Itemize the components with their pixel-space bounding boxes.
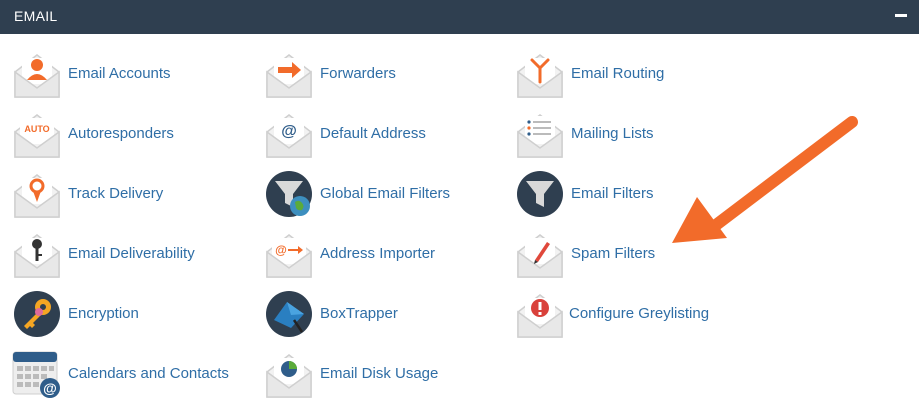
address-importer-link[interactable]: @ Address Importer [264,230,504,280]
calendars-and-contacts-link[interactable]: @ Calendars and Contacts [12,350,252,400]
email-disk-usage-icon [266,354,312,398]
email-routing-icon [517,54,563,98]
item-label: Email Routing [571,65,665,82]
item-label: Email Deliverability [68,245,195,262]
email-routing-link[interactable]: Email Routing [515,50,755,100]
track-delivery-link[interactable]: Track Delivery [12,170,252,220]
autoresponders-link[interactable]: AUTO Autoresponders [12,110,252,160]
boxtrapper-icon [266,291,312,337]
item-label: Default Address [320,125,426,142]
item-label: Email Filters [571,185,654,202]
item-label: Forwarders [320,65,396,82]
mailing-lists-icon [517,114,563,158]
encryption-icon [14,291,60,337]
configure-greylisting-link[interactable]: Configure Greylisting [515,290,755,340]
calendars-and-contacts-icon: @ [12,351,60,398]
item-label: Global Email Filters [320,185,451,202]
svg-text:@: @ [43,380,57,396]
minus-icon[interactable] [895,14,907,17]
section-title: EMAIL [14,8,58,24]
autoresponders-icon: AUTO [14,114,60,158]
configure-greylisting-icon [517,294,563,338]
email-accounts-icon [14,54,60,98]
track-delivery-icon [14,174,60,218]
item-label: Email Disk Usage [320,365,439,382]
item-label: BoxTrapper [320,305,398,322]
section-header[interactable]: EMAIL [0,0,919,34]
forwarders-icon [266,54,312,98]
email-deliverability-icon [14,234,60,278]
item-label: Encryption [68,305,139,322]
global-email-filters-icon [266,171,312,217]
global-email-filters-link[interactable]: Global Email Filters [264,170,504,220]
item-label: Mailing Lists [571,125,654,142]
boxtrapper-link[interactable]: BoxTrapper [264,290,504,340]
item-label: Spam Filters [571,245,656,262]
item-label: Track Delivery [68,185,164,202]
svg-text:AUTO: AUTO [24,124,49,134]
email-deliverability-link[interactable]: Email Deliverability [12,230,252,280]
encryption-link[interactable]: Encryption [12,290,252,340]
address-importer-icon: @ [266,234,312,278]
forwarders-link[interactable]: Forwarders [264,50,504,100]
item-label: Autoresponders [68,125,174,142]
spam-filters-icon [517,234,563,278]
email-accounts-link[interactable]: Email Accounts [12,50,252,100]
item-label: Email Accounts [68,65,171,82]
spam-filters-link[interactable]: Spam Filters [515,230,755,280]
default-address-link[interactable]: @ Default Address [264,110,504,160]
item-label: Configure Greylisting [569,305,710,322]
email-filters-icon [517,171,563,217]
email-filters-link[interactable]: Email Filters [515,170,755,220]
svg-text:@: @ [281,123,297,140]
item-label: Address Importer [320,245,436,262]
default-address-icon: @ [266,114,312,158]
item-label: Calendars and Contacts [68,365,229,382]
svg-text:@: @ [275,243,287,257]
mailing-lists-link[interactable]: Mailing Lists [515,110,755,160]
email-disk-usage-link[interactable]: Email Disk Usage [264,350,504,400]
